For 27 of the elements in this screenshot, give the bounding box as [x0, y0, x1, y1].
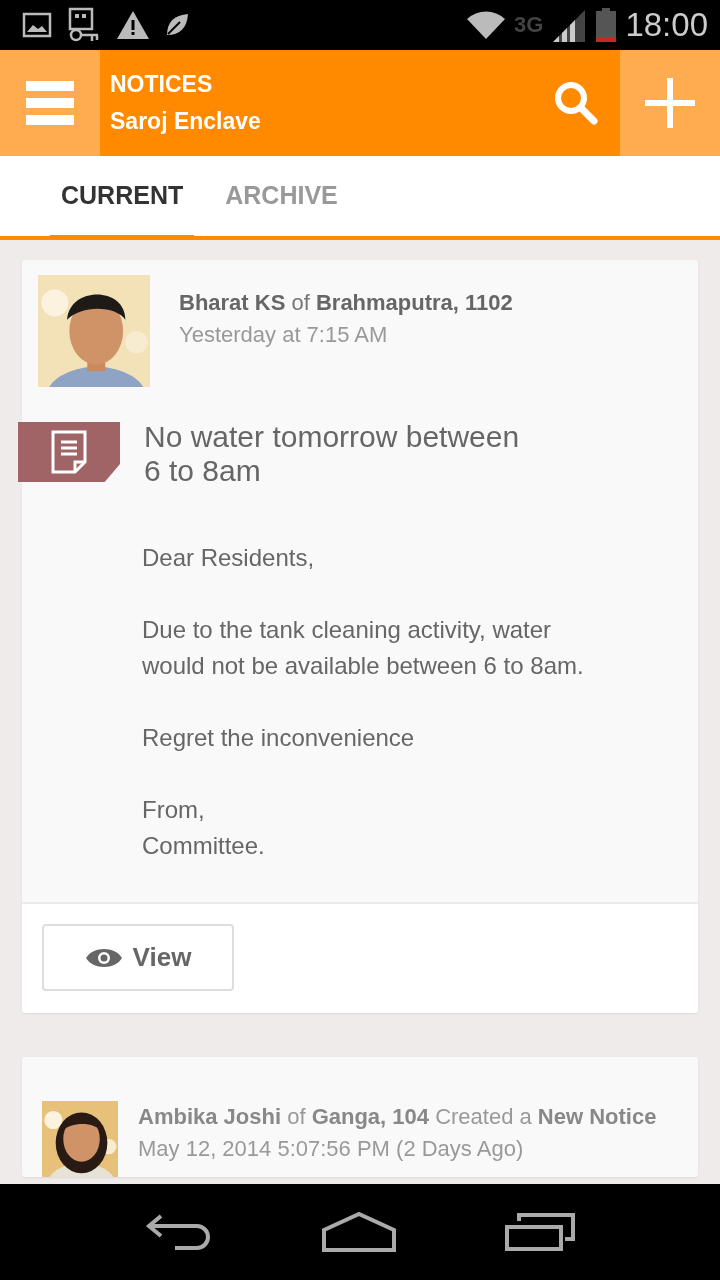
signal-icon — [551, 8, 588, 42]
tab[interactable]: CURRENT — [50, 156, 195, 240]
back-icon[interactable] — [144, 1214, 213, 1250]
screen-title: NOTICES — [110, 71, 214, 98]
screen-subtitle: Saroj Enclave — [110, 108, 262, 135]
battery-icon — [595, 8, 618, 42]
warning-icon — [116, 10, 150, 40]
timestamp: May 12, 2014 5:07:56 PM (2 Days Ago) — [138, 1135, 525, 1163]
plus-icon — [645, 78, 695, 128]
clock: 18:00 — [625, 6, 708, 44]
home-icon[interactable] — [322, 1212, 396, 1252]
notice-paragraph: Due to the tank cleaning activity, water would not be available between 6 to 8am. — [142, 615, 585, 681]
network-label: 3G — [514, 12, 544, 38]
notice-title: No water tomorrow between 6 to 8am — [144, 420, 520, 488]
author-line: Ambika Joshi of Ganga, 104 Created a New Notice — [138, 1103, 657, 1131]
image-icon — [22, 12, 52, 38]
search-icon — [553, 80, 599, 126]
recent-apps-icon[interactable] — [505, 1213, 576, 1251]
timestamp: Yesterday at 7:15 AM — [179, 321, 389, 349]
leaf-icon — [164, 12, 190, 38]
view-button[interactable]: View — [42, 924, 234, 991]
author-line: Bharat KS of Brahmaputra, 1102 — [179, 289, 513, 317]
notice-paragraph: From, Committee. — [142, 795, 266, 861]
notice-paragraph: Regret the inconvenience — [142, 723, 416, 753]
wifi-icon — [466, 10, 507, 40]
notice-paragraph: Dear Residents, — [142, 543, 316, 573]
menu-icon — [26, 81, 74, 125]
